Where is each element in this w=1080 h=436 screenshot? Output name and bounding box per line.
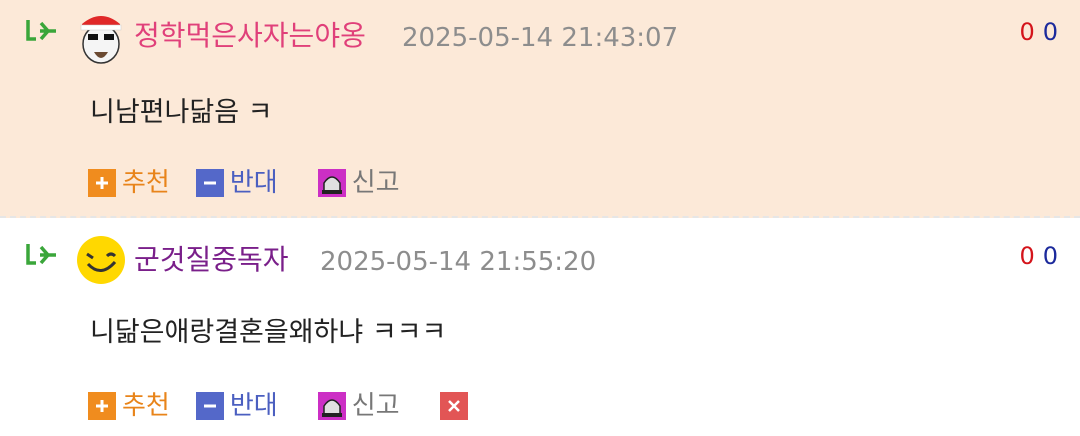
minus-icon [195,392,224,420]
author-nickname[interactable]: 정학먹은사자는야옹 [134,16,366,56]
reply-arrow-icon [26,244,56,265]
report-label: 신고 [351,391,400,421]
report-label: 신고 [351,168,400,198]
recommend-button[interactable]: 추천 [88,388,170,424]
delete-button[interactable] [439,392,468,420]
comment-item: 군것질중독자 2025-05-14 21:55:20 00 니닮은애랑결혼을왜하… [0,218,1080,436]
downvote-count: 0 [1042,242,1058,270]
comment-actions: 추천 반대 신고 [88,163,426,203]
report-button[interactable]: 신고 [317,165,400,201]
oppose-button[interactable]: 반대 [195,165,278,201]
minus-icon [195,169,224,197]
recommend-label: 추천 [122,168,170,198]
vote-counts: 00 [1019,16,1058,48]
vote-counts: 00 [1019,240,1058,272]
oppose-label: 반대 [229,391,278,421]
comment-timestamp: 2025-05-14 21:55:20 [320,247,597,277]
siren-icon [317,392,346,420]
avatar[interactable] [76,232,126,286]
downvote-count: 0 [1042,18,1058,46]
comment-timestamp: 2025-05-14 21:43:07 [402,23,679,53]
reply-arrow-icon [26,20,56,41]
recommend-button[interactable]: 추천 [88,165,170,201]
oppose-label: 반대 [229,168,278,198]
upvote-count: 0 [1019,242,1035,270]
author-nickname[interactable]: 군것질중독자 [134,240,289,280]
comment-text: 니닮은애랑결혼을왜하냐 ㅋㅋㅋ [90,317,447,348]
siren-icon [317,169,346,197]
recommend-label: 추천 [122,391,170,421]
avatar[interactable] [76,10,126,64]
comment-text: 니남편나닮음 ㅋ [90,97,273,128]
report-button[interactable]: 신고 [317,388,400,424]
plus-icon [88,392,116,420]
comment-actions: 추천 반대 신고 [88,386,468,426]
comment-item: 정학먹은사자는야옹 2025-05-14 21:43:07 00 니남편나닮음 … [0,0,1080,218]
oppose-button[interactable]: 반대 [195,388,278,424]
upvote-count: 0 [1019,18,1035,46]
plus-icon [88,169,116,197]
